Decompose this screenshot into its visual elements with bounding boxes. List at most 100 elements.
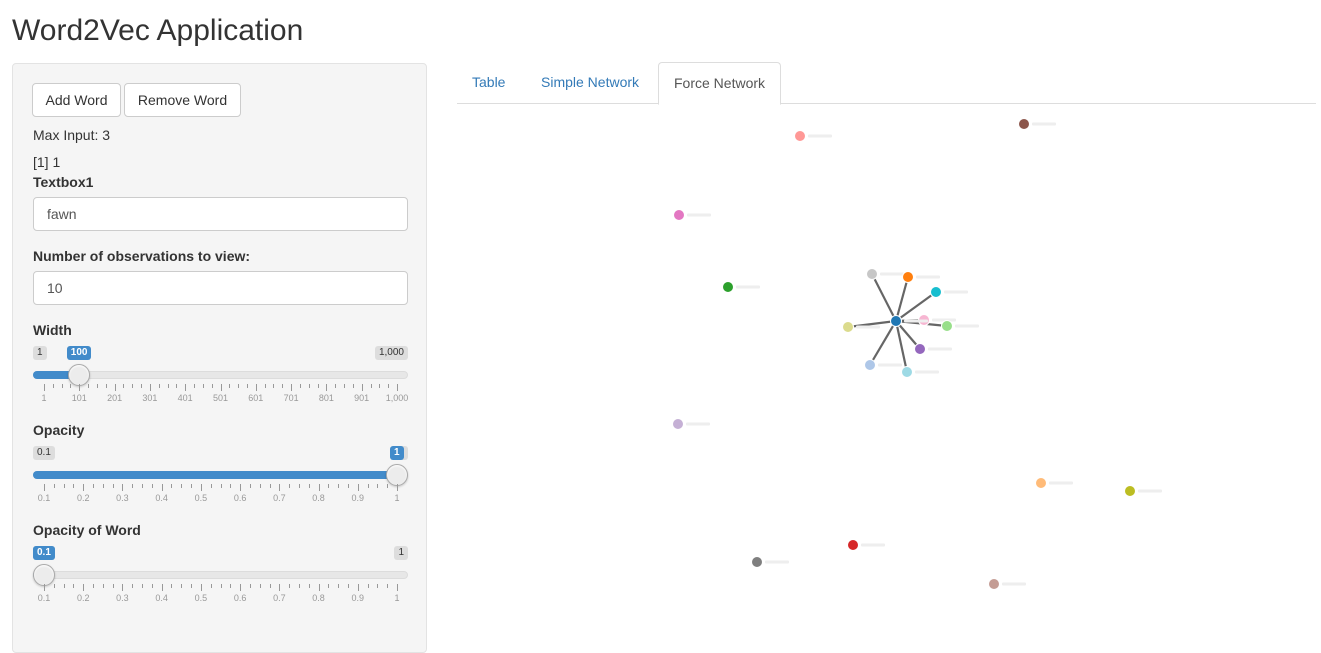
slider-tick-label: 0.7 xyxy=(273,493,286,503)
slider-minor-tick xyxy=(347,484,349,488)
slider-handle[interactable] xyxy=(33,564,55,586)
slider-minor-tick xyxy=(230,584,232,588)
slider-minor-tick xyxy=(289,484,291,488)
slider-minor-tick xyxy=(151,484,153,488)
num-obs-label: Number of observations to view: xyxy=(33,248,251,264)
slider-tick xyxy=(318,584,320,591)
node-circle xyxy=(794,130,806,142)
slider-minor-tick xyxy=(367,484,369,488)
tab-simple-network[interactable]: Simple Network xyxy=(526,62,654,104)
slider-tick xyxy=(279,484,281,491)
slider-tick xyxy=(357,484,359,491)
tab-force-network[interactable]: Force Network xyxy=(658,62,782,105)
slider-tick-label: 801 xyxy=(318,393,334,403)
slider-minor-tick xyxy=(61,384,63,388)
slider-tick-label: 0.6 xyxy=(233,593,247,603)
slider-minor-tick xyxy=(259,484,261,488)
slider-value-label: 100 xyxy=(66,346,92,360)
slider-tick-label: 1,000 xyxy=(385,393,409,403)
slider-tick xyxy=(44,484,45,491)
slider-tick xyxy=(161,584,163,591)
network-node xyxy=(902,271,940,283)
slider-tick xyxy=(220,384,222,391)
slider-minor-tick xyxy=(259,584,261,588)
node-circle xyxy=(751,556,763,568)
slider-minor-tick xyxy=(338,584,340,588)
max-input-text: Max Input: 3 xyxy=(33,127,111,143)
slider-minor-tick xyxy=(191,584,193,588)
slider-minor-tick xyxy=(93,484,95,488)
slider-tick xyxy=(255,384,257,391)
node-circle xyxy=(890,315,902,327)
slider-tick-label: 701 xyxy=(283,393,299,403)
slider-tick-label: 0.2 xyxy=(76,593,90,603)
node-label xyxy=(944,290,968,294)
num-obs-input[interactable] xyxy=(33,271,408,305)
remove-word-button[interactable]: Remove Word xyxy=(124,83,241,117)
node-label xyxy=(878,363,902,367)
slider-minor-tick xyxy=(88,384,90,388)
slider-minor-tick xyxy=(269,484,271,488)
slider-tick xyxy=(361,384,363,391)
slider-minor-tick xyxy=(298,584,300,588)
slider-minor-tick xyxy=(352,384,354,388)
slider-minor-tick xyxy=(344,384,346,388)
slider-tick-label: 0.3 xyxy=(116,593,129,603)
slider-tick xyxy=(161,484,163,491)
node-label xyxy=(904,319,928,323)
slider-tick-label: 0.7 xyxy=(273,593,286,603)
add-word-button[interactable]: Add Word xyxy=(32,83,121,117)
slider-track[interactable] xyxy=(33,571,408,579)
width-slider[interactable]: 1 1,000 100 1 101 201 301 401 501 601 701 801 901 1,0… xyxy=(33,346,408,408)
slider-minor-tick xyxy=(132,484,134,488)
slider-minor-tick xyxy=(289,584,291,588)
node-circle xyxy=(1035,477,1047,489)
slider-tick-label: 601 xyxy=(248,393,264,403)
node-label xyxy=(915,370,939,374)
slider-tick-label: 301 xyxy=(142,393,158,403)
opacity-slider[interactable]: 0.1110.10.20.30.40.50.60.70.80.91 xyxy=(33,446,408,508)
slider-minor-tick xyxy=(112,484,114,488)
network-node xyxy=(988,578,1026,590)
slider-minor-tick xyxy=(246,384,248,388)
slider-tick-label: 0.4 xyxy=(155,493,168,503)
slider-handle[interactable] xyxy=(68,364,91,386)
slider-minor-tick xyxy=(171,484,173,488)
slider-min-label: 0.1 xyxy=(33,446,55,460)
slider-tick xyxy=(79,384,81,391)
slider-minor-tick xyxy=(220,584,222,588)
opacity-slider-label: Opacity xyxy=(33,422,85,438)
node-circle xyxy=(941,320,953,332)
slider-tick-label: 0.4 xyxy=(155,593,168,603)
opacity-word-slider[interactable]: 0.110.10.10.20.30.40.50.60.70.80.91 xyxy=(33,546,408,608)
slider-minor-tick xyxy=(379,384,381,388)
slider-minor-tick xyxy=(53,584,55,588)
node-circle xyxy=(901,366,913,378)
slider-handle[interactable] xyxy=(386,464,408,486)
slider-minor-tick xyxy=(238,384,240,388)
node-label xyxy=(1049,481,1073,485)
node-label xyxy=(955,324,979,328)
slider-minor-tick xyxy=(308,384,310,388)
node-circle xyxy=(673,209,685,221)
slider-tick xyxy=(44,384,45,391)
slider-tick-label: 0.3 xyxy=(116,493,129,503)
slider-minor-tick xyxy=(142,484,144,488)
slider-minor-tick xyxy=(105,384,107,388)
slider-minor-tick xyxy=(123,384,125,388)
tab-table[interactable]: Table xyxy=(457,62,520,104)
slider-tick xyxy=(114,384,116,391)
slider-minor-tick xyxy=(388,384,390,388)
node-circle xyxy=(847,539,859,551)
slider-minor-tick xyxy=(211,384,213,388)
slider-minor-tick xyxy=(210,484,212,488)
network-node xyxy=(941,320,979,332)
force-network-graph[interactable] xyxy=(457,105,1321,638)
slider-tick-label: 0.8 xyxy=(312,593,325,603)
node-label xyxy=(765,560,789,564)
slider-tick xyxy=(149,384,151,391)
slider-minor-tick xyxy=(63,584,65,588)
textbox1-input[interactable] xyxy=(33,197,408,231)
slider-minor-tick xyxy=(132,584,134,588)
slider-tick xyxy=(357,584,359,591)
